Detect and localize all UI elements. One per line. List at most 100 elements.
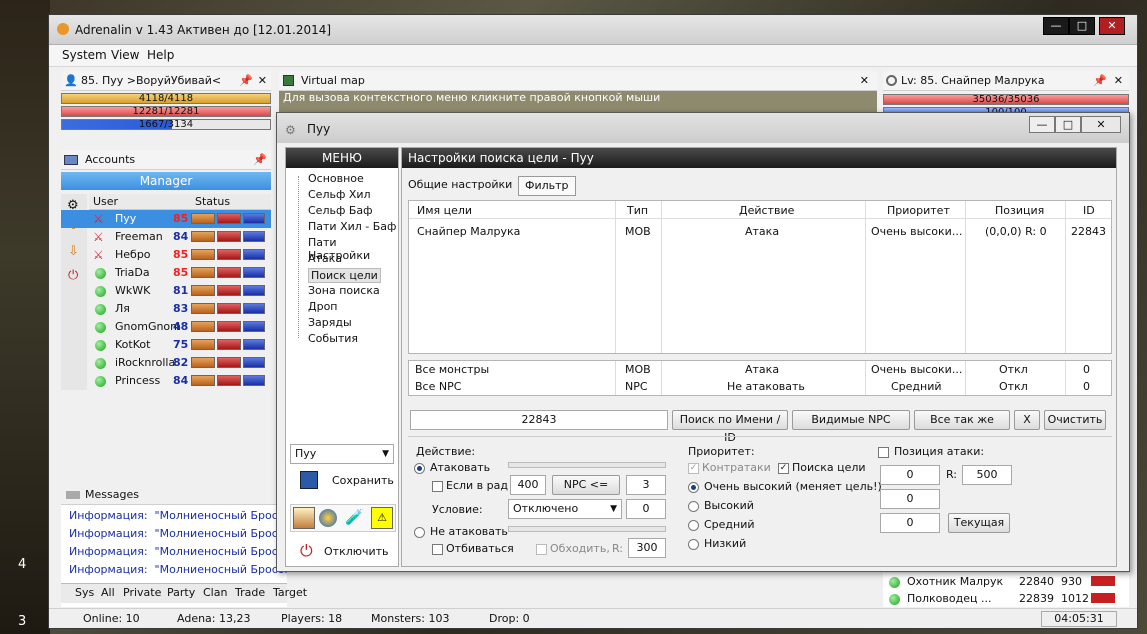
range-input[interactable]: 400 — [510, 475, 546, 495]
dialog-titlebar[interactable]: ⚙ Пуу — □ ✕ — [277, 113, 1129, 143]
menu-item-self-buff[interactable]: Сельф Баф — [308, 204, 373, 217]
priority-low-radio[interactable] — [688, 539, 699, 550]
target-list-row[interactable]: Охотник Малрук 22840 930 — [883, 573, 1129, 590]
attack-radio[interactable] — [414, 463, 425, 474]
menu-item-charges[interactable]: Заряды — [308, 316, 352, 329]
table-row[interactable]: Все NPC NPC Не атаковать Средний Откл 0 — [409, 379, 1111, 395]
account-level: 85 — [173, 248, 189, 261]
orb-icon[interactable] — [319, 509, 337, 527]
menu-item-target-search[interactable]: Поиск цели — [308, 268, 381, 283]
target-pin-icon[interactable]: 📌 — [1093, 71, 1107, 91]
no-attack-radio[interactable] — [414, 527, 425, 538]
close-icon[interactable]: ✕ — [258, 71, 267, 91]
accounts-pin-icon[interactable]: 📌 — [253, 150, 267, 170]
no-attack-slider[interactable] — [508, 526, 666, 532]
menu-system[interactable]: System — [62, 48, 107, 62]
account-row[interactable]: WkWK 81 — [61, 282, 271, 300]
bypass-checkbox[interactable] — [536, 544, 547, 555]
account-row[interactable]: GnomGnom 48 — [61, 318, 271, 336]
dialog-minimize-button[interactable]: — — [1029, 116, 1055, 133]
status-bar-cp — [243, 357, 265, 368]
shield-icon[interactable] — [293, 507, 315, 529]
disconnect-button[interactable]: ⏻ Отключить — [290, 538, 394, 564]
maximize-button[interactable]: □ — [1069, 17, 1095, 35]
manager-button[interactable]: Manager — [61, 172, 271, 190]
priority-medium-radio[interactable] — [688, 520, 699, 531]
menu-item-drop[interactable]: Дроп — [308, 300, 338, 313]
account-row[interactable]: ⚔ Пуу 85 — [61, 210, 271, 228]
all-same-button[interactable]: Все так же — [914, 410, 1010, 430]
priority-very-high-radio[interactable] — [688, 482, 699, 493]
map-close-icon[interactable]: ✕ — [860, 71, 869, 91]
titlebar[interactable]: Adrenalin v 1.43 Активен до [12.01.2014]… — [49, 15, 1137, 45]
tab-filter[interactable]: Фильтр — [518, 176, 576, 196]
char-select[interactable]: Пуу ▼ — [290, 444, 394, 464]
status-bar-cp — [243, 267, 265, 278]
dialog-maximize-button[interactable]: □ — [1055, 116, 1081, 133]
account-row[interactable]: iRocknrolla 82 — [61, 354, 271, 372]
menu-item-attack[interactable]: Атака — [308, 252, 342, 265]
search-by-name-button[interactable]: Поиск по Имени / ID — [672, 410, 788, 444]
menu-item-search-zone[interactable]: Зона поиска — [308, 284, 380, 297]
table-row[interactable]: Все монстры MOB Атака Очень высоки... От… — [409, 362, 1111, 378]
menu-item-party-heal[interactable]: Пати Хил - Баф — [308, 220, 396, 233]
condition-value-input[interactable]: 0 — [626, 499, 666, 519]
account-row[interactable]: ⚔ Небро 85 — [61, 246, 271, 264]
header-position: Позиция — [995, 204, 1045, 217]
cell-position: Откл — [999, 380, 1028, 393]
if-in-range-checkbox[interactable] — [432, 481, 443, 492]
menu-view[interactable]: View — [111, 48, 139, 62]
visible-npc-button[interactable]: Видимые NPC — [792, 410, 910, 430]
attack-slider[interactable] — [508, 462, 666, 468]
account-row[interactable]: TriaDa 85 — [61, 264, 271, 282]
current-position-button[interactable]: Текущая — [948, 513, 1010, 533]
table-row[interactable]: Снайпер Малрука MOB Атака Очень высоки..… — [409, 223, 1111, 241]
close-button[interactable]: ✕ — [1099, 17, 1125, 35]
clear-button[interactable]: Очистить — [1044, 410, 1106, 430]
menu-item-self-heal[interactable]: Сельф Хил — [308, 188, 371, 201]
target-list-row[interactable]: Полководец ... 22839 1012 — [883, 590, 1129, 607]
minimize-button[interactable]: — — [1043, 17, 1069, 35]
warning-icon[interactable]: ⚠ — [371, 507, 393, 529]
condition-select[interactable]: Отключено ▼ — [508, 499, 622, 519]
account-row[interactable]: Ля 83 — [61, 300, 271, 318]
app-icon — [57, 23, 69, 35]
pin-icon[interactable]: 📌 — [239, 71, 253, 91]
search-targets-checkbox[interactable]: ✓ — [778, 463, 789, 474]
menu-item-main[interactable]: Основное — [308, 172, 364, 185]
tab-sys[interactable]: Sys — [75, 584, 94, 602]
account-row[interactable]: ⚔ Freeman 84 — [61, 228, 271, 246]
bypass-r-input[interactable]: 300 — [628, 538, 666, 558]
fight-back-checkbox[interactable] — [432, 544, 443, 555]
no-attack-label: Не атаковать — [430, 525, 508, 538]
tab-private[interactable]: Private — [123, 584, 161, 602]
counter-checkbox[interactable]: ✓ — [688, 463, 699, 474]
save-button[interactable]: Сохранить — [290, 468, 394, 494]
dialog-close-button[interactable]: ✕ — [1081, 116, 1121, 133]
account-row[interactable]: Princess 84 — [61, 372, 271, 390]
position-r-input[interactable]: 500 — [962, 465, 1012, 485]
menu-item-events[interactable]: События — [308, 332, 358, 345]
tab-clan[interactable]: Clan — [203, 584, 227, 602]
account-name: Пуу — [115, 212, 137, 225]
priority-high-radio[interactable] — [688, 501, 699, 512]
position-z-input[interactable]: 0 — [880, 513, 940, 533]
tab-general-settings[interactable]: Общие настройки — [408, 176, 512, 194]
remove-button[interactable]: X — [1014, 410, 1040, 430]
npc-compare-button[interactable]: NPC <= — [552, 475, 620, 495]
menu-help[interactable]: Help — [147, 48, 174, 62]
account-row[interactable]: KotKot 75 — [61, 336, 271, 354]
potion-icon[interactable]: 🧪 — [345, 508, 364, 526]
tab-party[interactable]: Party — [167, 584, 195, 602]
tab-target[interactable]: Target — [273, 584, 307, 602]
target-close-icon[interactable]: ✕ — [1114, 71, 1123, 91]
position-y-input[interactable]: 0 — [880, 489, 940, 509]
position-x-input[interactable]: 0 — [880, 465, 940, 485]
tab-all[interactable]: All — [101, 584, 115, 602]
search-input[interactable]: 22843 — [410, 410, 668, 430]
npc-count-input[interactable]: 3 — [626, 475, 666, 495]
tab-trade[interactable]: Trade — [235, 584, 265, 602]
attack-position-checkbox[interactable] — [878, 447, 889, 458]
cell-action: Атака — [745, 363, 780, 376]
message-type: Информация: — [69, 527, 148, 540]
